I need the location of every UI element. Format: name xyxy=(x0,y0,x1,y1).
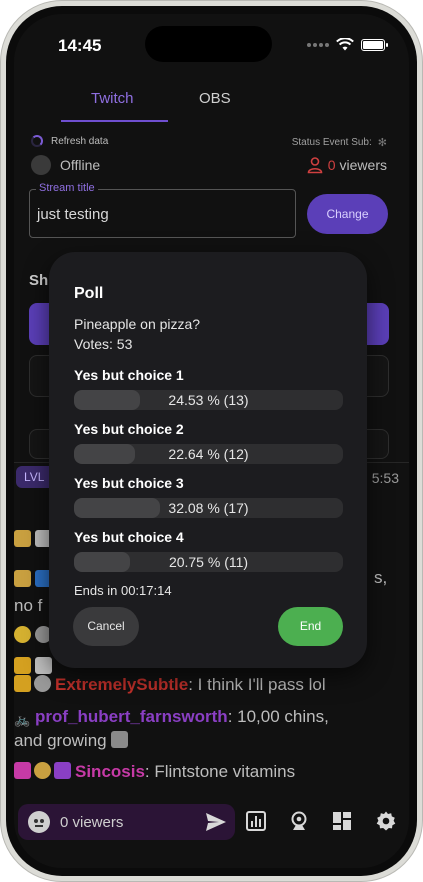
badge-icon xyxy=(14,626,31,643)
poll-choice-result: 24.53 % (13) xyxy=(168,392,249,408)
end-poll-button[interactable]: End xyxy=(278,607,343,646)
section-heading: Sh xyxy=(29,272,49,289)
dynamic-island xyxy=(145,26,272,62)
stream-title-field[interactable]: Stream title just testing xyxy=(29,182,296,238)
stream-title-label: Stream title xyxy=(36,182,98,194)
chat-timestamp: 5:53 xyxy=(371,470,399,486)
crown-icon xyxy=(14,675,31,692)
badge-icon xyxy=(34,762,51,779)
poll-choice-label: Yes but choice 1 xyxy=(74,367,184,383)
poll-dialog: Poll Pineapple on pizza? Votes: 53 Yes b… xyxy=(49,252,367,668)
chat-username[interactable]: prof_hubert_farnsworth xyxy=(35,707,228,726)
offline-label: Offline xyxy=(60,157,101,173)
badge-icon xyxy=(14,762,31,779)
status-spinner-icon: ✻ xyxy=(377,137,387,149)
poll-votes: Votes: 53 xyxy=(74,336,133,352)
poll-choice: Yes but choice 2 22.64 % (12) xyxy=(74,421,344,464)
person-icon xyxy=(307,157,323,174)
wifi-icon xyxy=(336,38,354,51)
poll-title: Poll xyxy=(74,285,104,302)
cancel-button[interactable]: Cancel xyxy=(73,607,139,646)
webcam-icon[interactable] xyxy=(288,810,310,832)
poll-choice-result: 22.64 % (12) xyxy=(168,446,249,462)
tab-twitch[interactable]: Twitch xyxy=(91,90,134,107)
chat-username[interactable]: Sincosis xyxy=(75,762,145,781)
stream-title-value: just testing xyxy=(37,206,109,223)
chat-message-fragment: no f xyxy=(14,596,43,615)
send-icon[interactable] xyxy=(205,812,227,832)
viewer-count: 0 viewers xyxy=(306,156,387,174)
poll-choice-result: 32.08 % (17) xyxy=(168,500,249,516)
loading-spinner-icon xyxy=(31,135,43,147)
chat-badges xyxy=(14,626,53,648)
poll-choice: Yes but choice 4 20.75 % (11) xyxy=(74,529,344,572)
refresh-data[interactable]: Refresh data xyxy=(31,135,108,147)
chat-message: Sincosis: Flintstone vitamins xyxy=(14,757,394,786)
online-status: Offline xyxy=(31,155,100,175)
status-event-sub-label: Status Event Sub: xyxy=(291,137,372,148)
chat-badges xyxy=(14,570,53,592)
chat-text: and growing xyxy=(14,731,107,750)
poll-choice-result: 20.75 % (11) xyxy=(168,554,249,570)
chat-text: : Flintstone vitamins xyxy=(144,762,296,781)
chat-text: : I think I'll pass lol xyxy=(188,675,326,694)
poll-choice-label: Yes but choice 4 xyxy=(74,529,184,545)
cellular-signal-icon xyxy=(307,42,329,47)
badge-icon xyxy=(14,530,31,547)
chat-input[interactable]: 0 viewers xyxy=(18,804,235,840)
poll-progress-bar: 20.75 % (11) xyxy=(74,552,343,572)
badge-icon xyxy=(54,762,71,779)
chat-message-continuation: and growing xyxy=(14,726,394,755)
viewers-placeholder: 0 viewers xyxy=(60,813,124,831)
chat-badges xyxy=(14,530,53,552)
chat-message: ExtremelySubtle: I think I'll pass lol xyxy=(14,670,394,699)
poll-choice-label: Yes but choice 2 xyxy=(74,421,184,437)
tab-indicator xyxy=(61,120,168,122)
settings-gear-icon[interactable] xyxy=(375,810,397,832)
viewers-label: viewers xyxy=(339,157,387,173)
poll-choice: Yes but choice 1 24.53 % (13) xyxy=(74,367,344,410)
poll-question: Pineapple on pizza? xyxy=(74,316,201,332)
chat-username[interactable]: ExtremelySubtle xyxy=(55,675,188,694)
badge-icon xyxy=(34,675,51,692)
tab-obs[interactable]: OBS xyxy=(199,90,231,107)
poll-choice: Yes but choice 3 32.08 % (17) xyxy=(74,475,344,518)
status-icons xyxy=(307,38,388,51)
viewers-count: 0 xyxy=(327,157,336,173)
badge-icon xyxy=(14,570,31,587)
refresh-data-label: Refresh data xyxy=(51,135,109,147)
robot-avatar-icon xyxy=(28,811,50,833)
poll-chart-icon[interactable] xyxy=(245,810,267,832)
poll-end-timer: Ends in 00:17:14 xyxy=(74,583,172,598)
poll-choice-label: Yes but choice 3 xyxy=(74,475,184,491)
app-screen: 14:45 Twitch OBS Refresh data Offline St… xyxy=(14,14,409,868)
status-dot-icon xyxy=(31,155,51,175)
poll-progress-bar: 22.64 % (12) xyxy=(74,444,343,464)
battery-icon xyxy=(361,38,388,51)
dashboard-icon[interactable] xyxy=(331,810,353,832)
emote-icon xyxy=(111,731,129,748)
status-time: 14:45 xyxy=(58,36,102,55)
poll-progress-bar: 32.08 % (17) xyxy=(74,498,343,518)
chat-message-fragment: s, xyxy=(374,568,388,587)
change-button[interactable]: Change xyxy=(307,194,388,234)
chat-text: : 10,00 chins, xyxy=(227,707,329,726)
status-event-sub: Status Event Sub: ✻ xyxy=(292,136,387,149)
poll-progress-bar: 24.53 % (13) xyxy=(74,390,343,410)
